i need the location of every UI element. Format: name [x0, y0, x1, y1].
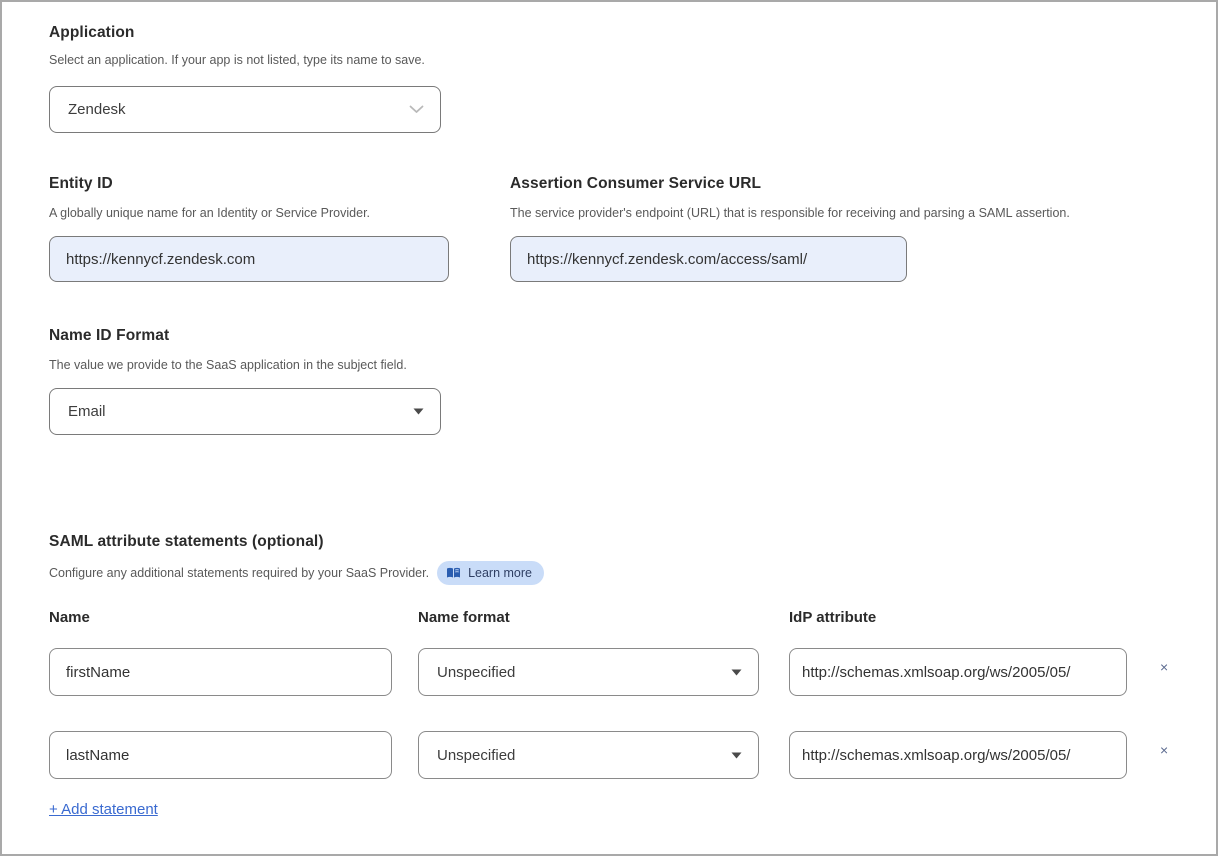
- statement-idp-attribute-input[interactable]: [789, 648, 1127, 696]
- statement-idp-attribute-input[interactable]: [789, 731, 1127, 779]
- statement-name-format-select[interactable]: Unspecified: [418, 648, 759, 696]
- saml-config-panel: Application Select an application. If yo…: [0, 0, 1218, 856]
- statement-name-format-value: Unspecified: [437, 664, 515, 681]
- application-select-value: Zendesk: [68, 101, 126, 118]
- saml-attributes-section-title: SAML attribute statements (optional): [49, 533, 324, 551]
- saml-attributes-section-description: Configure any additional statements requ…: [49, 566, 429, 580]
- statement-name-format-select[interactable]: Unspecified: [418, 731, 759, 779]
- caret-down-icon: [413, 408, 424, 415]
- add-statement-link[interactable]: + Add statement: [49, 801, 158, 818]
- application-section-title: Application: [49, 24, 135, 42]
- book-icon: [446, 567, 461, 579]
- application-select[interactable]: Zendesk: [49, 86, 441, 133]
- entity-id-section-description: A globally unique name for an Identity o…: [49, 206, 370, 220]
- acs-url-input[interactable]: [510, 236, 907, 282]
- learn-more-button[interactable]: Learn more: [437, 561, 544, 585]
- remove-statement-button[interactable]: ×: [1160, 660, 1168, 674]
- column-header-name-format: Name format: [418, 609, 510, 626]
- acs-url-section-title: Assertion Consumer Service URL: [510, 175, 761, 193]
- name-id-format-select-value: Email: [68, 403, 106, 420]
- entity-id-input[interactable]: [49, 236, 449, 282]
- name-id-format-select[interactable]: Email: [49, 388, 441, 435]
- column-header-name: Name: [49, 609, 90, 626]
- statement-name-input[interactable]: [49, 648, 392, 696]
- name-id-format-section-description: The value we provide to the SaaS applica…: [49, 358, 407, 372]
- caret-down-icon: [731, 669, 742, 676]
- statement-name-input[interactable]: [49, 731, 392, 779]
- entity-id-section-title: Entity ID: [49, 175, 113, 193]
- learn-more-label: Learn more: [468, 566, 532, 580]
- acs-url-section-description: The service provider's endpoint (URL) th…: [510, 206, 1190, 220]
- statement-name-format-value: Unspecified: [437, 747, 515, 764]
- name-id-format-section-title: Name ID Format: [49, 327, 169, 345]
- remove-statement-button[interactable]: ×: [1160, 743, 1168, 757]
- chevron-down-icon: [409, 105, 424, 114]
- caret-down-icon: [731, 752, 742, 759]
- column-header-idp-attribute: IdP attribute: [789, 609, 876, 626]
- application-section-description: Select an application. If your app is no…: [49, 53, 425, 67]
